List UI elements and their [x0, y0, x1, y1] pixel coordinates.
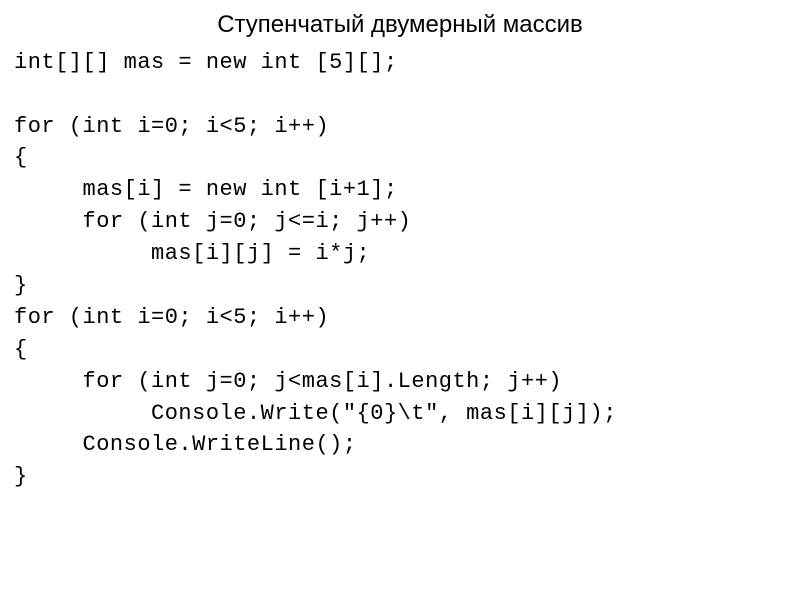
page-title: Ступенчатый двумерный массив: [14, 8, 786, 43]
code-block: int[][] mas = new int [5][]; for (int i=…: [14, 47, 786, 493]
